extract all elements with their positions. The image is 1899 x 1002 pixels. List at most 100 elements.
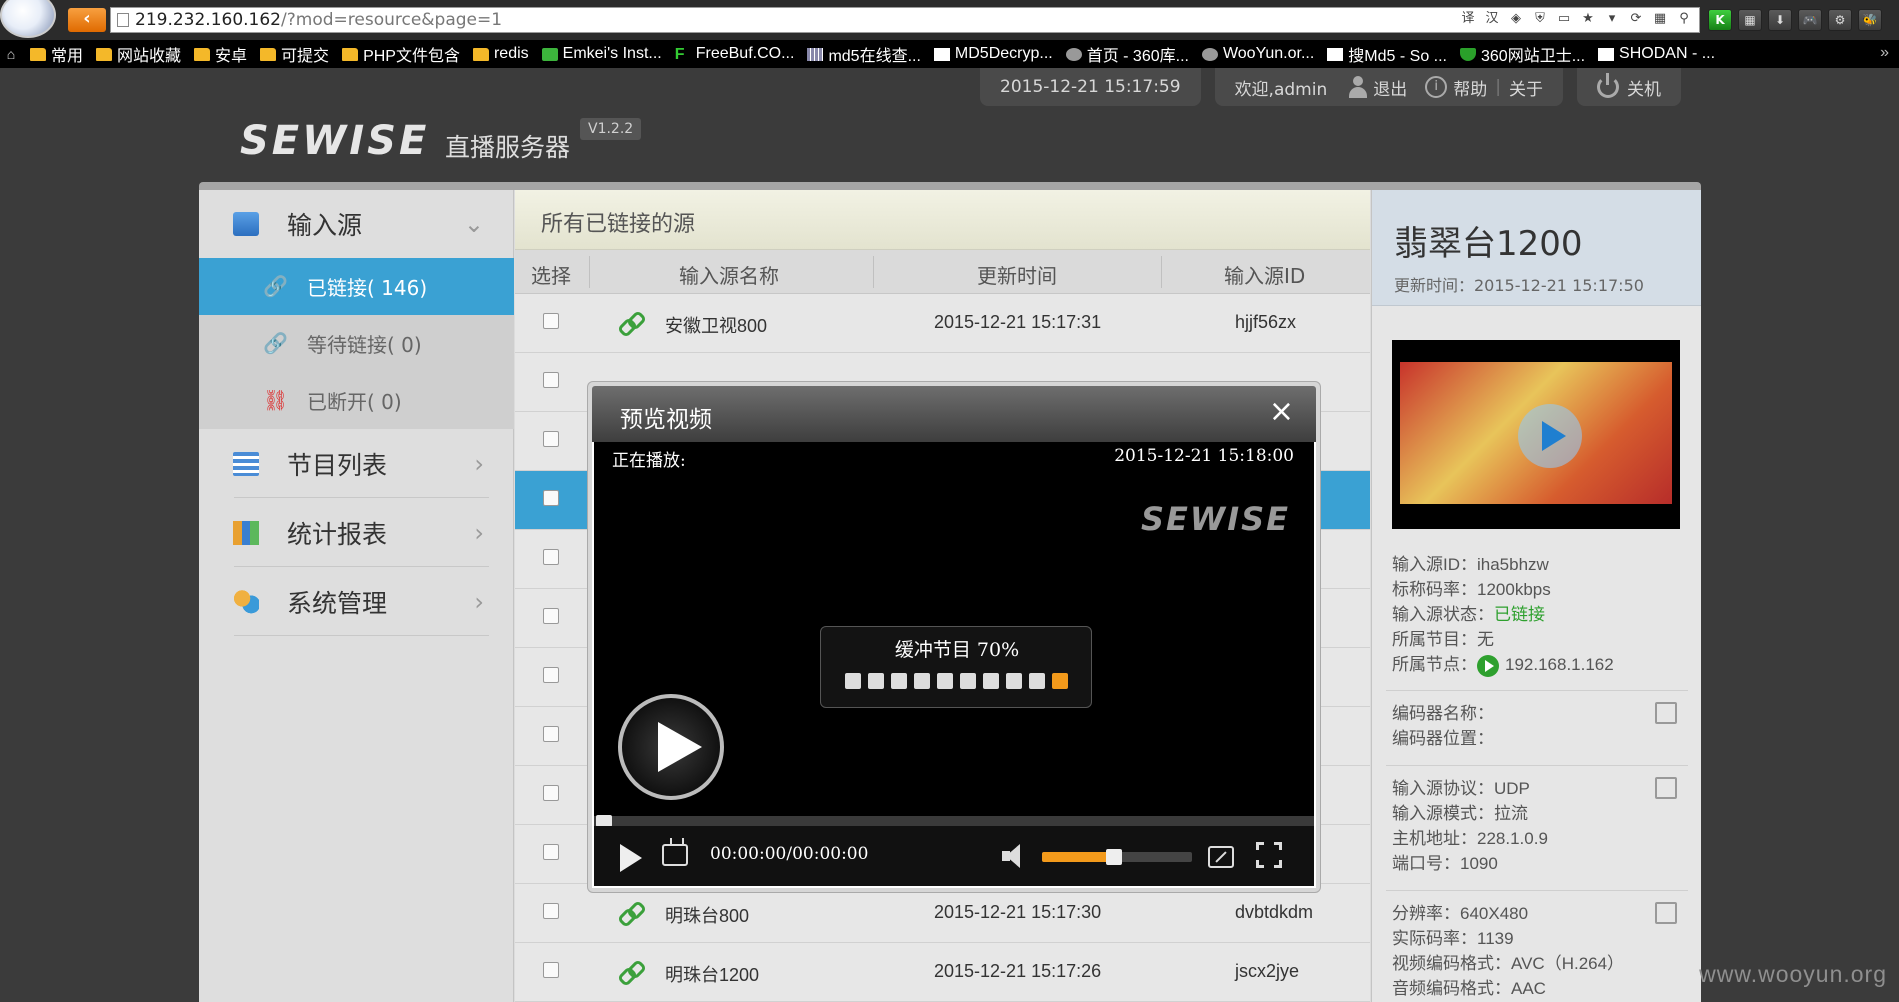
bookmark-item[interactable]: MD5Decryp... <box>933 42 1053 66</box>
video-player[interactable]: 正在播放: 2015-12-21 15:18:00 SEWISE 缓冲节目 70… <box>592 442 1316 888</box>
detail-group-basic: 输入源ID：iha5bhzw 标称码率：1200kbps 输入源状态：已链接 所… <box>1392 552 1682 677</box>
sidebar-subitem-2[interactable]: ⛓ 已断开( 0) <box>199 372 514 429</box>
divider: | <box>1495 77 1501 97</box>
bookmark-item[interactable]: WooYun.or... <box>1201 42 1314 66</box>
sidebar-section-input-source[interactable]: 输入源 ⌄ <box>199 190 514 258</box>
row-checkbox[interactable] <box>543 903 559 919</box>
bookmark-item[interactable]: PHP文件包含 <box>342 42 460 66</box>
bookmark-item[interactable]: 安卓 <box>194 42 247 66</box>
row-checkbox[interactable] <box>543 667 559 683</box>
page-icon[interactable]: ▭ <box>1555 10 1573 28</box>
brand-logo: SEWISE <box>240 118 430 164</box>
row-checkbox[interactable] <box>543 549 559 565</box>
page-icon <box>117 13 129 27</box>
bookmark-item[interactable]: 搜Md5 - So ... <box>1327 42 1447 66</box>
extension-icon[interactable]: 🐝 <box>1858 9 1882 31</box>
sidebar-subitem-0[interactable]: 🔗 已链接( 146) <box>199 258 514 315</box>
bookmark-label: 首页 - 360库... <box>1086 48 1189 65</box>
screen-icon <box>1655 902 1677 924</box>
bookmark-item[interactable]: 360网站卫士... <box>1460 42 1585 66</box>
row-checkbox[interactable] <box>543 785 559 801</box>
detail-line: 编码器名称： <box>1392 704 1494 723</box>
cell-name[interactable]: 明珠台1200 <box>665 961 759 987</box>
bookmark-label: FreeBuf.CO... <box>695 45 795 62</box>
chinese-icon[interactable]: 汉 <box>1483 10 1501 28</box>
divider <box>1386 765 1688 766</box>
refresh-icon[interactable]: ⟳ <box>1627 10 1645 28</box>
sidebar-item-system[interactable]: 系统管理 › <box>199 568 514 636</box>
shutdown-link[interactable]: 关机 <box>1627 75 1661 100</box>
favicon-icon <box>1065 47 1082 61</box>
row-checkbox[interactable] <box>543 431 559 447</box>
cell-name[interactable]: 明珠台800 <box>665 902 749 928</box>
column-time[interactable]: 更新时间 <box>977 260 1057 289</box>
volume-icon[interactable] <box>1002 844 1026 868</box>
bookmark-item[interactable]: 可提交 <box>260 42 329 66</box>
quality-icon[interactable] <box>1208 846 1234 868</box>
bookmark-item[interactable]: Emkei's Inst... <box>541 42 662 66</box>
favicon-icon <box>541 47 558 61</box>
bookmark-label: 搜Md5 - So ... <box>1348 48 1447 65</box>
node-value: 192.168.1.162 <box>1505 655 1614 674</box>
search-engine-icon[interactable]: ◈ <box>1507 10 1525 28</box>
row-checkbox[interactable] <box>543 372 559 388</box>
address-bar-tools: 译汉 ◈ ⛨ ▭ ★ ▾ ⟳ ▦ ⚲ <box>1459 10 1693 28</box>
folder-icon <box>30 47 46 61</box>
address-bar[interactable]: 219.232.160.162/?mod=resource&page=1 译汉 ◈… <box>110 7 1700 33</box>
play-icon[interactable] <box>620 844 642 872</box>
cell-time: 2015-12-21 15:17:26 <box>934 961 1102 981</box>
row-checkbox[interactable] <box>543 608 559 624</box>
sidebar-subitem-1[interactable]: 🔗 等待链接( 0) <box>199 315 514 372</box>
seek-bar[interactable] <box>594 816 1314 826</box>
tv-icon[interactable] <box>662 844 688 866</box>
bookmark-item[interactable]: 常用 <box>30 42 83 66</box>
volume-slider[interactable] <box>1042 849 1192 865</box>
video-thumbnail[interactable] <box>1392 340 1680 529</box>
search-icon[interactable]: ⚲ <box>1675 10 1693 28</box>
column-id[interactable]: 输入源ID <box>1224 260 1305 289</box>
fullscreen-icon[interactable] <box>1256 842 1282 868</box>
close-icon[interactable]: × <box>1269 396 1294 428</box>
logout-link[interactable]: 退出 <box>1373 75 1407 100</box>
sidebar-item-stats[interactable]: 统计报表 › <box>199 499 514 567</box>
row-checkbox[interactable] <box>543 962 559 978</box>
bookmark-item[interactable]: F FreeBuf.CO... <box>675 42 795 66</box>
home-icon[interactable]: ⌂ <box>2 46 20 62</box>
bookmark-item[interactable]: md5在线查... <box>807 42 921 66</box>
back-button[interactable]: ‹ <box>68 8 106 32</box>
sidebar-item-program-list[interactable]: 节目列表 › <box>199 430 514 498</box>
column-name[interactable]: 输入源名称 <box>679 260 779 289</box>
shield-icon[interactable]: ⛨ <box>1531 10 1549 28</box>
table-row[interactable]: 明珠台800 2015-12-21 15:17:30 dvbtdkdm <box>515 884 1370 943</box>
cell-name[interactable]: 安徽卫视800 <box>665 312 767 338</box>
menu-icon[interactable]: ▾ <box>1603 10 1621 28</box>
bookmark-item[interactable]: 首页 - 360库... <box>1065 42 1189 66</box>
about-link[interactable]: 关于 <box>1509 75 1543 100</box>
star-icon[interactable]: ★ <box>1579 10 1597 28</box>
browser-logo-icon[interactable] <box>0 0 56 38</box>
shutdown-pill[interactable]: 关机 <box>1576 68 1681 106</box>
extension-icon[interactable]: ⬇ <box>1768 9 1792 31</box>
table-row[interactable]: 明珠台1200 2015-12-21 15:17:26 jscx2jye <box>515 943 1370 1002</box>
bookmark-item[interactable]: 网站收藏 <box>96 42 181 66</box>
browser-toolbar: ‹ 219.232.160.162/?mod=resource&page=1 译… <box>0 0 1899 40</box>
extension-icon[interactable]: ▦ <box>1738 9 1762 31</box>
site-icon[interactable]: ▦ <box>1651 10 1669 28</box>
row-checkbox[interactable] <box>543 313 559 329</box>
row-checkbox[interactable] <box>543 844 559 860</box>
volume-handle[interactable] <box>1106 849 1122 865</box>
extension-icon[interactable]: 🎮 <box>1798 9 1822 31</box>
row-checkbox[interactable] <box>543 726 559 742</box>
big-play-button[interactable] <box>618 694 724 800</box>
row-checkbox[interactable] <box>543 490 559 506</box>
more-bookmarks-icon[interactable]: » <box>1880 44 1889 62</box>
table-row[interactable]: 安徽卫视800 2015-12-21 15:17:31 hjjf56zx <box>515 294 1370 353</box>
extension-icon[interactable]: ⚙ <box>1828 9 1852 31</box>
play-icon[interactable] <box>1518 404 1582 468</box>
extension-icon[interactable]: K <box>1708 9 1732 31</box>
help-link[interactable]: 帮助 <box>1453 75 1487 100</box>
bookmark-item[interactable]: redis <box>472 42 529 66</box>
translate-icon[interactable]: 译 <box>1459 10 1477 28</box>
bookmark-item[interactable]: SHODAN - ... <box>1598 42 1715 66</box>
brand-title: 直播服务器 <box>445 133 571 162</box>
